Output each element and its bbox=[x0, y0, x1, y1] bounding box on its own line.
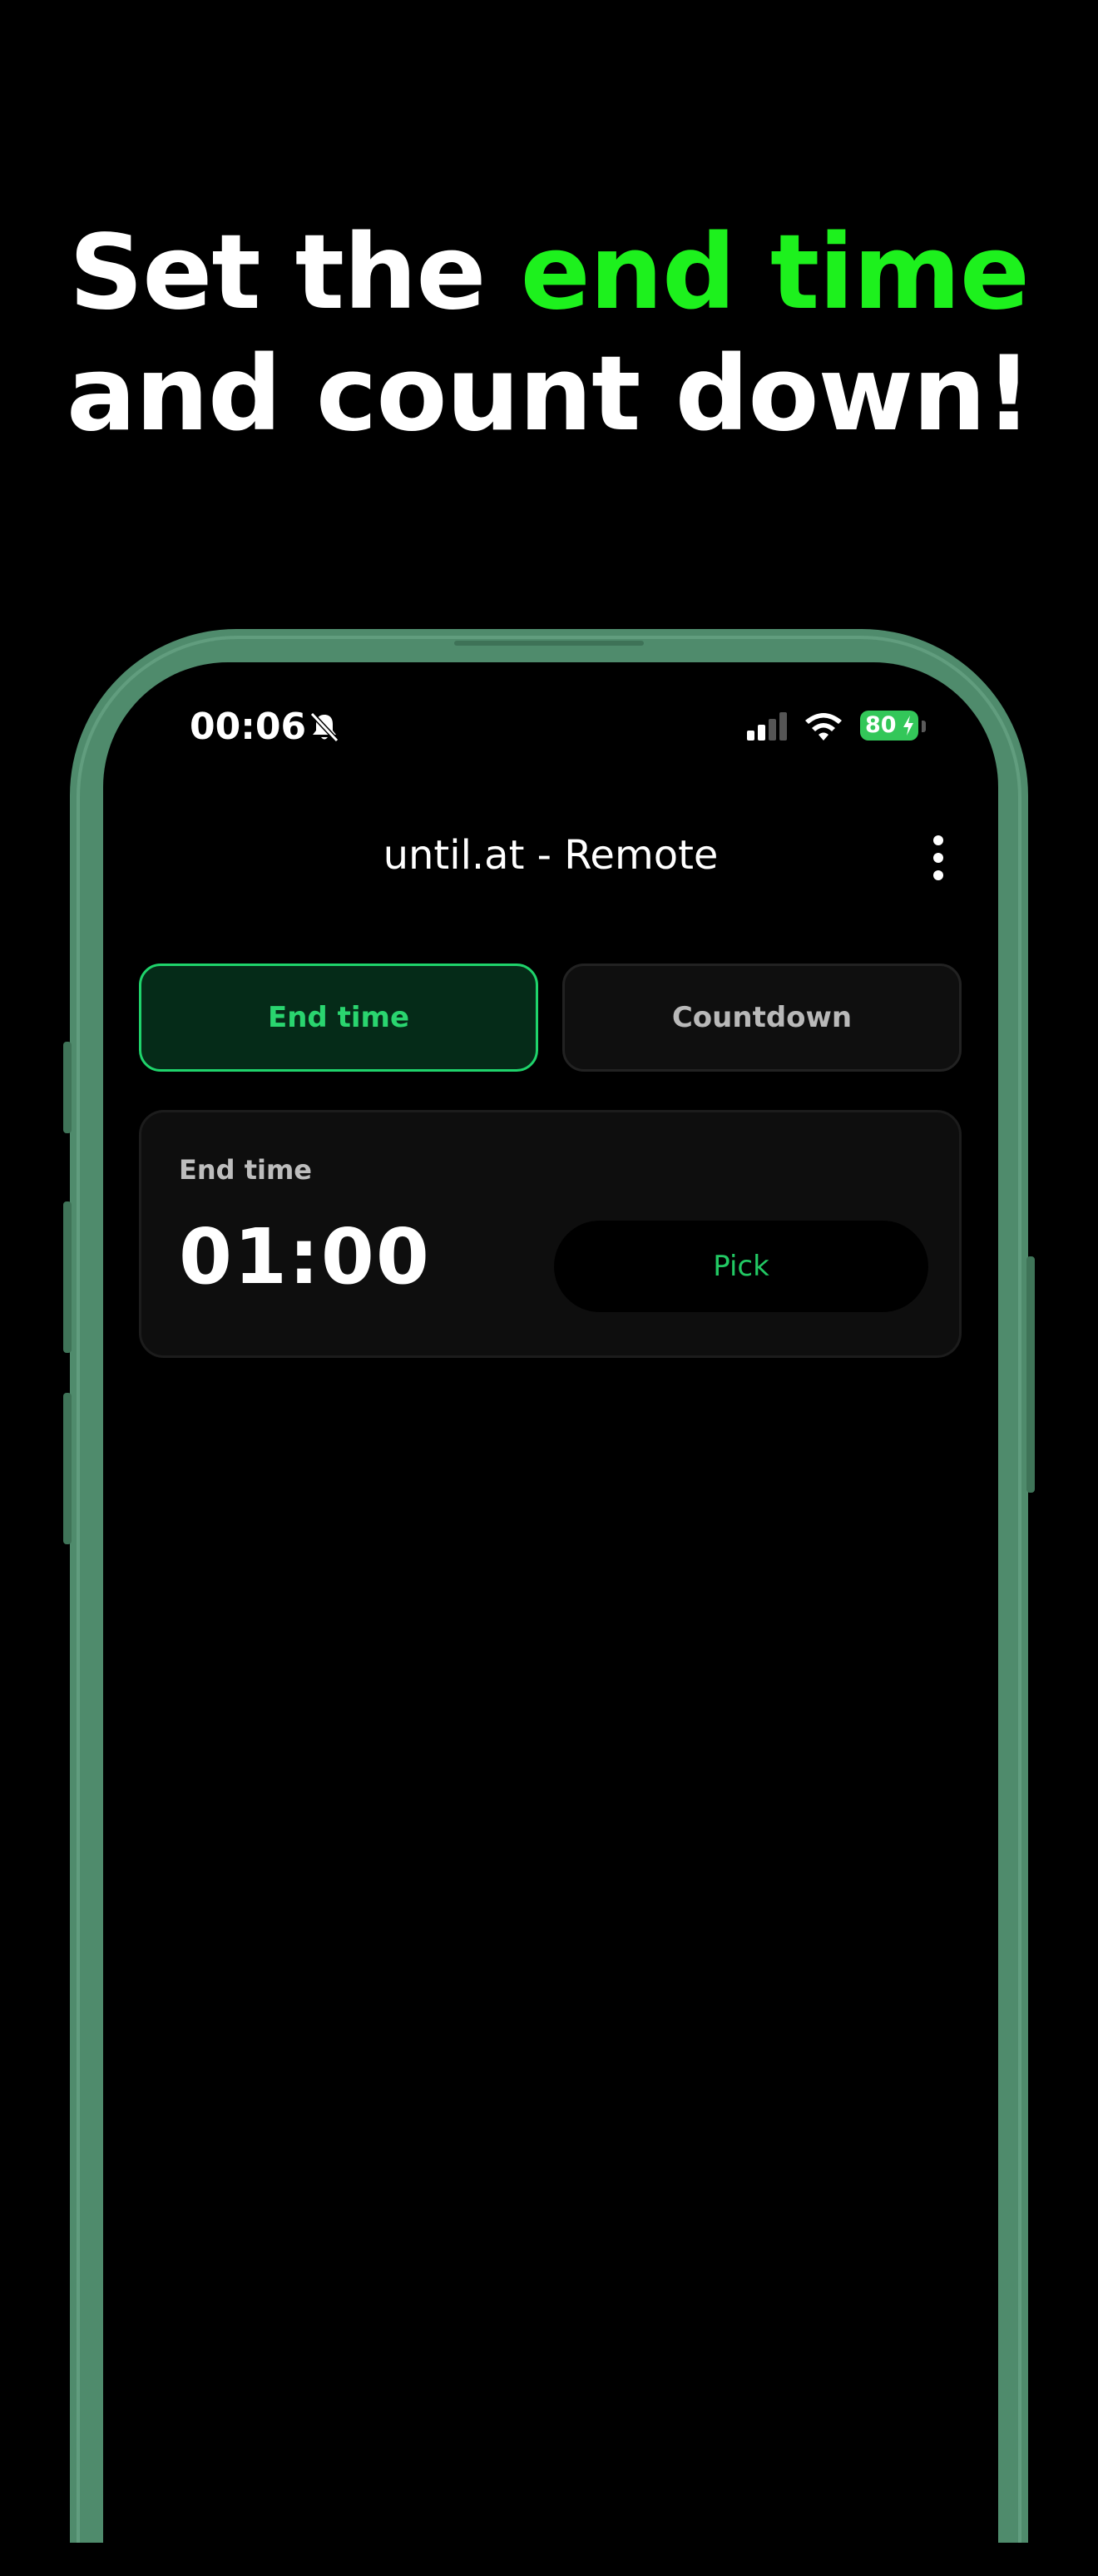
end-time-label: End time bbox=[179, 1154, 312, 1186]
headline-line-1: Set the end time bbox=[0, 212, 1098, 334]
wifi-icon bbox=[805, 713, 842, 741]
power-button bbox=[1026, 1256, 1035, 1493]
status-time: 00:06 bbox=[190, 706, 307, 748]
bell-slash-icon bbox=[309, 711, 339, 743]
cellular-signal-icon bbox=[747, 712, 787, 741]
tab-countdown[interactable]: Countdown bbox=[562, 964, 962, 1072]
pick-button[interactable]: Pick bbox=[554, 1221, 928, 1312]
headline-text: Set the bbox=[68, 213, 521, 333]
tab-end-time[interactable]: End time bbox=[139, 964, 538, 1072]
phone-screen: 00:06 80 until.at - Remote End time Coun… bbox=[103, 662, 998, 2576]
speaker-grille bbox=[454, 641, 644, 646]
battery-cap bbox=[922, 721, 926, 732]
end-time-value: 01:00 bbox=[179, 1212, 431, 1301]
volume-up-button bbox=[63, 1201, 72, 1353]
battery-level: 80 bbox=[865, 712, 897, 738]
end-time-card: End time 01:00 Pick bbox=[139, 1110, 962, 1358]
headline-line-2: and count down! bbox=[67, 334, 1032, 454]
more-vertical-icon[interactable] bbox=[927, 835, 952, 880]
charging-bolt-icon bbox=[903, 716, 913, 736]
battery-indicator: 80 bbox=[860, 711, 918, 741]
volume-down-button bbox=[63, 1393, 72, 1544]
app-title: until.at - Remote bbox=[383, 832, 719, 879]
action-button bbox=[63, 1042, 72, 1133]
headline: Set the end time and count down! bbox=[0, 212, 1098, 455]
headline-accent: end time bbox=[520, 213, 1030, 333]
